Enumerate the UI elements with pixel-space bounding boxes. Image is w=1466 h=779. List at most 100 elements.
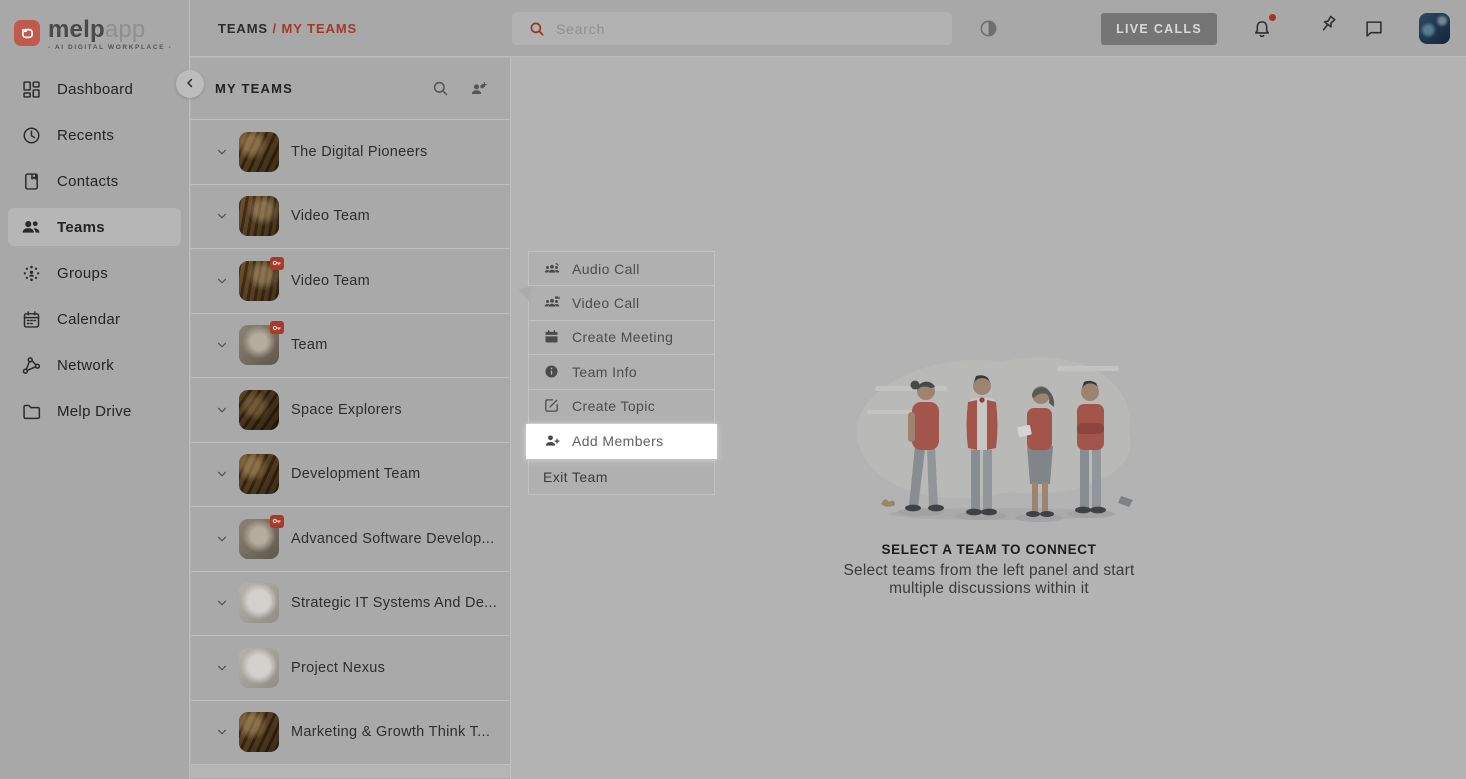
menu-item-label: Video Call [572, 295, 640, 311]
lock-badge-icon [270, 515, 284, 528]
teams-panel-header: MY TEAMS [191, 58, 510, 120]
app-name: melpapp - AI DIGITAL WORKPLACE - [48, 18, 172, 51]
sidebar-item-groups[interactable]: Groups [8, 254, 181, 292]
pin-icon[interactable] [1307, 18, 1329, 40]
clock-icon [20, 124, 42, 146]
chevron-down-icon[interactable] [215, 467, 229, 481]
sidebar-item-calendar[interactable]: Calendar [8, 300, 181, 338]
menu-item-create-meeting[interactable]: Create Meeting [529, 321, 714, 355]
team-name: Advanced Software Develop... [291, 531, 494, 547]
folder-icon [20, 400, 42, 422]
chevron-down-icon[interactable] [215, 532, 229, 546]
sidebar-item-label: Contacts [57, 173, 119, 190]
chevron-down-icon[interactable] [215, 403, 229, 417]
team-avatar [239, 196, 279, 236]
next-row-partial [191, 765, 510, 778]
user-avatar[interactable] [1419, 13, 1450, 44]
team-row[interactable]: Project Nexus [191, 636, 510, 701]
search-icon [528, 20, 546, 38]
chevron-left-icon [184, 77, 196, 92]
menu-item-audio-call[interactable]: Audio Call [529, 252, 714, 286]
team-row[interactable]: Team [191, 314, 510, 379]
video-call-icon [543, 294, 561, 312]
teams-icon [20, 216, 42, 238]
lock-badge-icon [270, 257, 284, 270]
add-team-icon[interactable] [469, 79, 488, 98]
melp-logo-icon [14, 20, 40, 46]
search-input[interactable] [556, 21, 936, 37]
team-info-icon [543, 363, 561, 381]
live-calls-button[interactable]: LIVE CALLS [1101, 13, 1217, 45]
topbar: TEAMS / MY TEAMS LIVE CALLS [190, 0, 1466, 57]
team-row[interactable]: Strategic IT Systems And De... [191, 572, 510, 637]
team-row[interactable]: The Digital Pioneers [191, 120, 510, 185]
team-avatar [239, 132, 279, 172]
chat-icon[interactable] [1363, 18, 1385, 40]
lock-badge-icon [270, 321, 284, 334]
empty-state-title: SELECT A TEAM TO CONNECT [882, 542, 1097, 557]
notification-dot [1269, 14, 1276, 21]
app-tagline: - AI DIGITAL WORKPLACE - [48, 44, 172, 51]
team-name: Project Nexus [291, 660, 385, 676]
team-row[interactable]: Video Team [191, 249, 510, 314]
team-avatar [239, 454, 279, 494]
global-search [512, 12, 952, 45]
sidebar-item-label: Teams [57, 219, 105, 236]
menu-item-add-members[interactable]: Add Members [526, 424, 717, 460]
team-avatar [239, 390, 279, 430]
chevron-down-icon[interactable] [215, 596, 229, 610]
sidebar-item-recents[interactable]: Recents [8, 116, 181, 154]
sidebar: melpapp - AI DIGITAL WORKPLACE - Dashboa… [0, 0, 190, 779]
groups-icon [20, 262, 42, 284]
collapse-panel-button[interactable] [176, 70, 204, 98]
team-name: Strategic IT Systems And De... [291, 595, 497, 611]
team-avatar [239, 519, 279, 559]
sidebar-nav: Dashboard Recents Contacts Teams Groups … [0, 70, 189, 430]
empty-state-line2: multiple discussions within it [889, 580, 1089, 598]
team-avatar [239, 325, 279, 365]
team-avatar [239, 712, 279, 752]
team-name: Video Team [291, 208, 370, 224]
team-avatar [239, 261, 279, 301]
sidebar-item-network[interactable]: Network [8, 346, 181, 384]
chevron-down-icon[interactable] [215, 661, 229, 675]
sidebar-item-dashboard[interactable]: Dashboard [8, 70, 181, 108]
search-icon[interactable] [431, 79, 450, 98]
contacts-icon [20, 170, 42, 192]
team-illustration [829, 328, 1149, 528]
menu-item-create-topic[interactable]: Create Topic [529, 390, 714, 424]
chevron-down-icon[interactable] [215, 338, 229, 352]
melp-app-window: melpapp - AI DIGITAL WORKPLACE - Dashboa… [0, 0, 1466, 779]
team-row[interactable]: Video Team [191, 185, 510, 250]
menu-item-label: Create Topic [572, 398, 655, 414]
menu-item-label: Exit Team [543, 469, 608, 485]
menu-item-video-call[interactable]: Video Call [529, 286, 714, 320]
menu-item-exit-team[interactable]: Exit Team [529, 460, 714, 494]
team-row[interactable]: Advanced Software Develop... [191, 507, 510, 572]
sidebar-item-melp-drive[interactable]: Melp Drive [8, 392, 181, 430]
menu-item-label: Create Meeting [572, 329, 673, 345]
brand-light: app [105, 16, 146, 43]
sidebar-item-teams[interactable]: Teams [8, 208, 181, 246]
app-logo[interactable]: melpapp - AI DIGITAL WORKPLACE - [0, 0, 189, 62]
topbar-actions: LIVE CALLS [1101, 0, 1450, 57]
chevron-down-icon[interactable] [215, 725, 229, 739]
team-name: Marketing & Growth Think T... [291, 724, 490, 740]
menu-item-team-info[interactable]: Team Info [529, 355, 714, 389]
breadcrumb-root[interactable]: TEAMS [218, 21, 268, 36]
chevron-down-icon[interactable] [215, 209, 229, 223]
breadcrumb-current: MY TEAMS [282, 21, 358, 36]
chevron-down-icon[interactable] [215, 274, 229, 288]
team-row[interactable]: Space Explorers [191, 378, 510, 443]
team-row[interactable]: Development Team [191, 443, 510, 508]
team-row[interactable]: Marketing & Growth Think T... [191, 701, 510, 766]
half-moon-icon[interactable] [978, 18, 999, 39]
sidebar-item-contacts[interactable]: Contacts [8, 162, 181, 200]
chevron-down-icon[interactable] [215, 145, 229, 159]
team-name: Space Explorers [291, 402, 402, 418]
audio-call-icon [543, 260, 561, 278]
team-list: The Digital Pioneers Video Team Video [191, 120, 510, 765]
team-name: Video Team [291, 273, 370, 289]
bell-icon[interactable] [1251, 18, 1273, 40]
menu-item-label: Audio Call [572, 261, 640, 277]
